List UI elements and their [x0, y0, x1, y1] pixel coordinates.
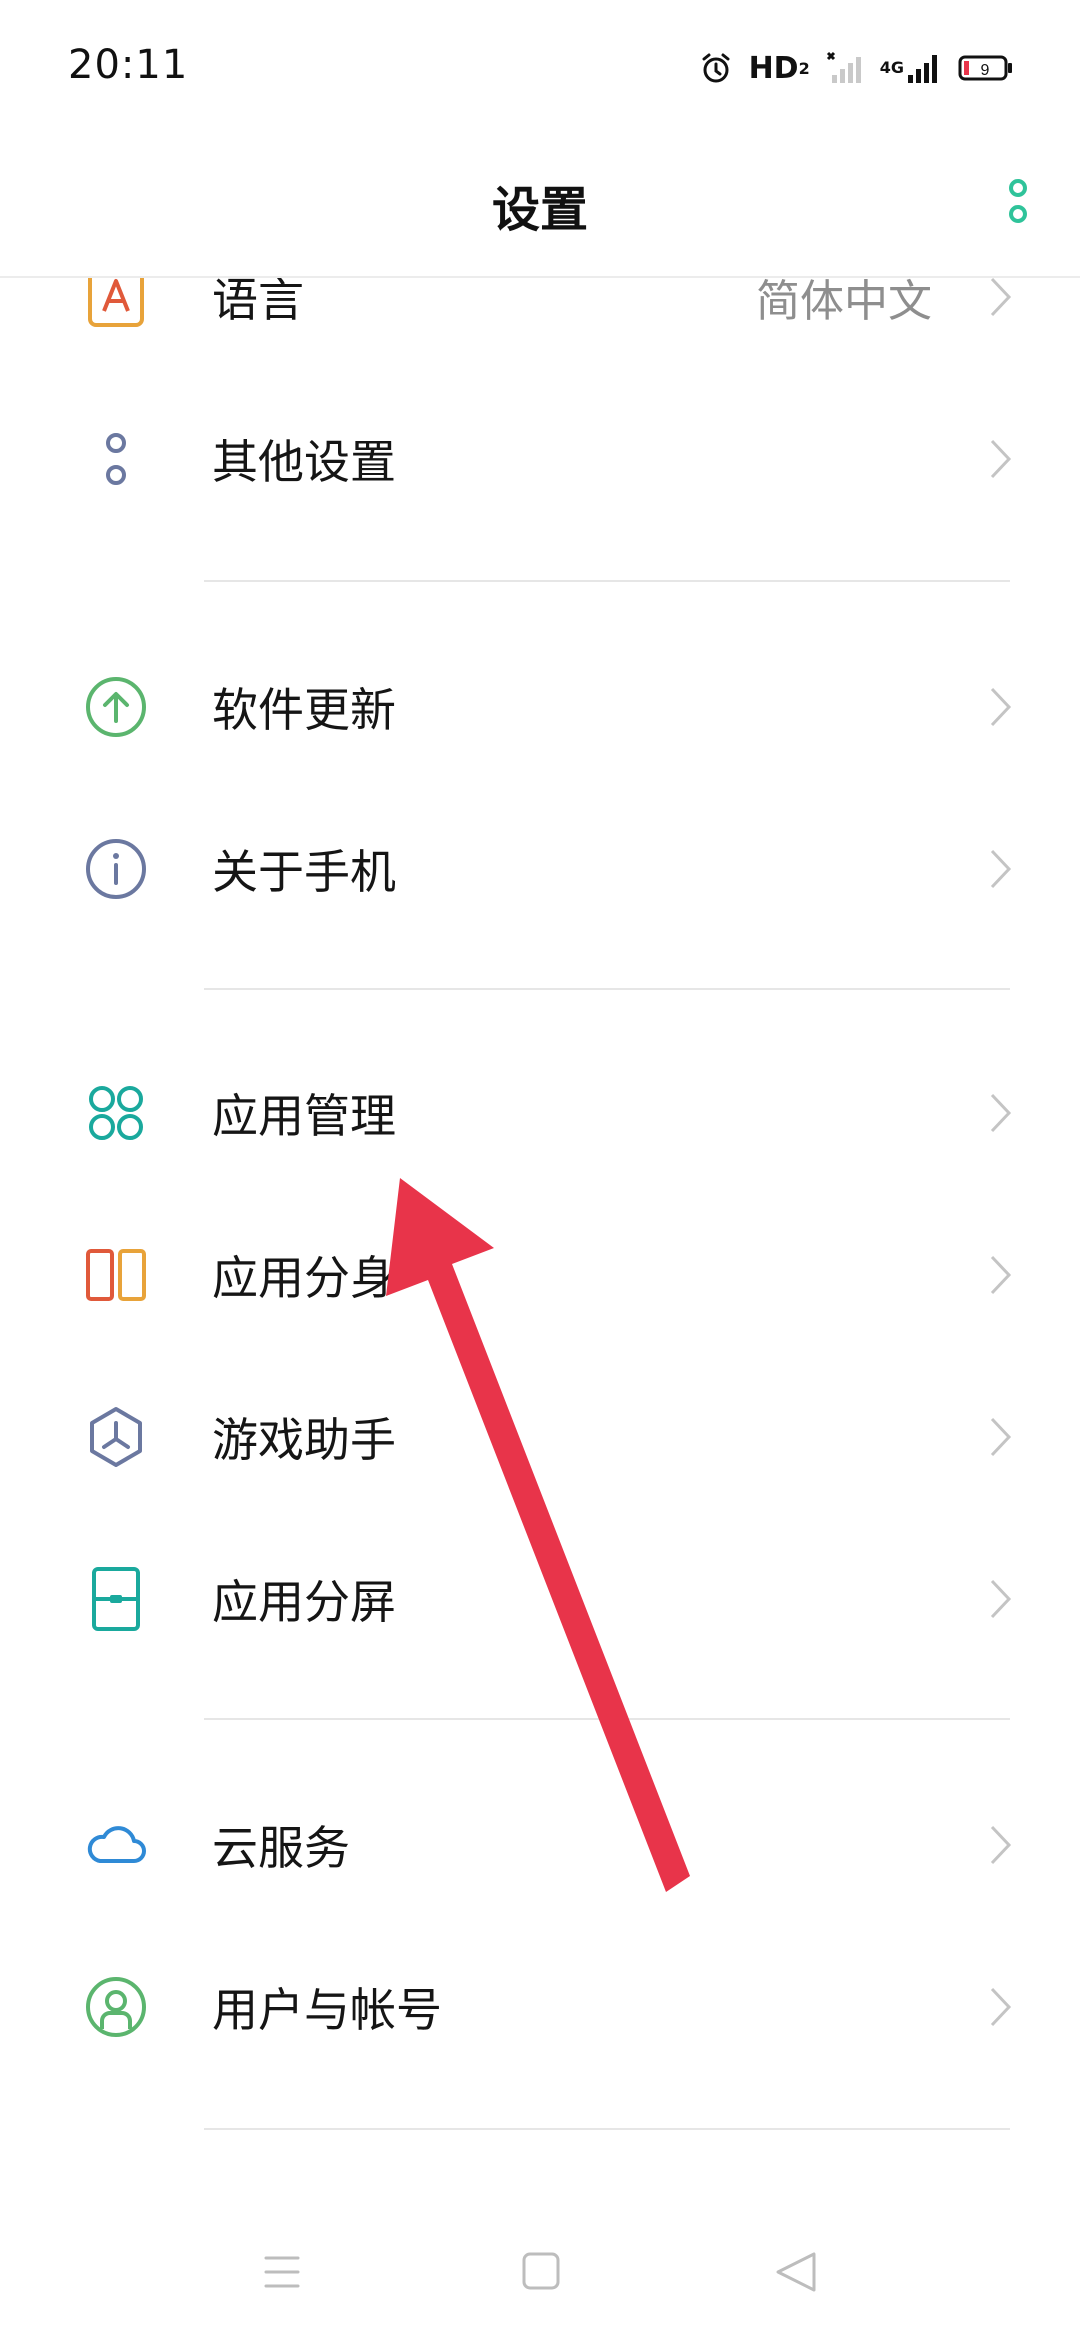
status-bar: 20:11 HD 2 4G 9 — [0, 0, 1080, 130]
back-button[interactable] — [768, 2250, 828, 2294]
user-account-icon — [84, 1975, 148, 2039]
split-screen-icon — [84, 1567, 148, 1631]
settings-row-app-management[interactable]: 应用管理 — [0, 1032, 1080, 1194]
home-button[interactable] — [510, 2250, 570, 2294]
settings-row-label: 应用分屏 — [212, 1575, 396, 1629]
chevron-right-icon — [988, 1577, 1014, 1621]
chevron-right-icon — [988, 1823, 1014, 1867]
signal-1-icon — [826, 51, 864, 85]
settings-row-split-screen[interactable]: 应用分屏 — [0, 1518, 1080, 1680]
chevron-right-icon — [988, 847, 1014, 891]
home-icon — [522, 2252, 560, 2290]
chevron-right-icon — [988, 437, 1014, 481]
settings-row-other[interactable]: 其他设置 — [0, 378, 1080, 540]
settings-row-label: 应用管理 — [212, 1089, 396, 1143]
signal-2-icon: 4G — [880, 51, 942, 85]
settings-row-app-clone[interactable]: 应用分身 — [0, 1194, 1080, 1356]
settings-row-label: 关于手机 — [212, 845, 396, 899]
settings-row-game-assistant[interactable]: 游戏助手 — [0, 1356, 1080, 1518]
more-settings-icon — [84, 427, 148, 491]
divider — [204, 580, 1010, 582]
alarm-icon — [699, 51, 733, 85]
more-options-button[interactable] — [996, 170, 1040, 234]
settings-row-software-update[interactable]: 软件更新 — [0, 626, 1080, 788]
divider — [204, 1718, 1010, 1720]
settings-row-about-phone[interactable]: 关于手机 — [0, 788, 1080, 950]
settings-row-label: 云服务 — [212, 1821, 350, 1875]
app-grid-icon — [84, 1081, 148, 1145]
game-assistant-icon — [84, 1405, 148, 1469]
app-header: 设置 — [0, 130, 1080, 278]
settings-row-cloud-service[interactable]: 云服务 — [0, 1764, 1080, 1926]
menu-icon — [264, 2256, 300, 2288]
status-time: 20:11 — [68, 42, 189, 88]
info-circle-icon — [84, 837, 148, 901]
hd-indicator: HD 2 — [748, 50, 810, 86]
settings-row-label: 游戏助手 — [212, 1413, 396, 1467]
divider — [204, 988, 1010, 990]
more-vertical-icon — [1009, 179, 1027, 223]
app-clone-icon — [84, 1243, 148, 1307]
chevron-right-icon — [988, 275, 1014, 319]
page-title: 设置 — [491, 182, 588, 238]
chevron-right-icon — [988, 1415, 1014, 1459]
settings-row-user-account[interactable]: 用户与帐号 — [0, 1926, 1080, 2088]
svg-text:9: 9 — [981, 62, 990, 79]
chevron-right-icon — [988, 685, 1014, 729]
chevron-right-icon — [988, 1253, 1014, 1297]
upload-circle-icon — [84, 675, 148, 739]
settings-row-label: 应用分身 — [212, 1251, 396, 1305]
navigation-bar — [0, 2200, 1080, 2340]
menu-button[interactable] — [252, 2250, 312, 2294]
back-triangle-icon — [776, 2252, 816, 2292]
status-icons: HD 2 4G 9 — [699, 48, 1014, 88]
chevron-right-icon — [988, 1091, 1014, 1135]
settings-row-label: 其他设置 — [212, 435, 396, 489]
settings-row-label: 用户与帐号 — [212, 1983, 442, 2037]
settings-row-label: 软件更新 — [212, 683, 396, 737]
chevron-right-icon — [988, 1985, 1014, 2029]
cloud-icon — [84, 1813, 148, 1877]
divider — [204, 2128, 1010, 2130]
battery-icon: 9 — [958, 54, 1014, 82]
